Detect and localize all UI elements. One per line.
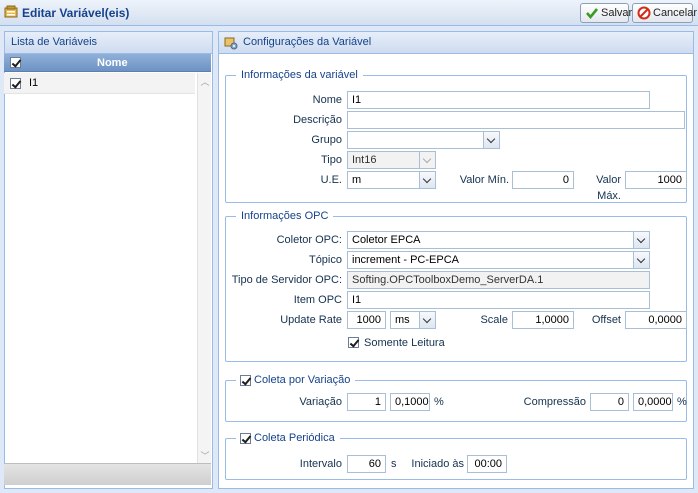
offset-input[interactable]: 0,0000 — [625, 311, 687, 329]
nome-input[interactable]: I1 — [347, 91, 650, 109]
descricao-label: Descrição — [293, 114, 342, 126]
opc-info-legend: Informações OPC — [236, 209, 334, 224]
column-header-nome[interactable]: Nome — [97, 54, 128, 72]
periodica-legend-text: Coleta Periódica — [254, 432, 335, 444]
ue-select[interactable]: m — [347, 171, 436, 189]
variables-list-header: Lista de Variáveis — [5, 32, 212, 54]
variacao-label: Variação — [299, 396, 342, 408]
variable-info-legend: Informações da variável — [236, 68, 363, 83]
grid-footer-bar — [4, 463, 211, 485]
variables-list-title: Lista de Variáveis — [11, 36, 98, 48]
tipo-select[interactable]: Int16 — [347, 151, 436, 169]
valor-min-label: Valor Mín. — [459, 174, 509, 186]
periodica-checkbox[interactable] — [240, 433, 251, 444]
valor-max-label: Valor Máx. — [596, 174, 621, 202]
compressao-pct-input[interactable]: 0,0000 — [633, 393, 673, 411]
periodica-legend: Coleta Periódica — [236, 431, 340, 446]
cancel-button[interactable]: Cancelar — [632, 3, 697, 23]
chevron-down-icon[interactable] — [419, 152, 435, 168]
offset-label: Offset — [591, 314, 621, 326]
variable-config-panel: Configurações da Variável Informações da… — [218, 31, 694, 489]
chevron-down-icon[interactable] — [483, 132, 499, 148]
config-gear-icon — [224, 37, 238, 50]
save-button-label: Salvar — [601, 7, 633, 19]
cancel-icon — [637, 6, 651, 20]
variacao-legend-text: Coleta por Variação — [254, 374, 351, 386]
periodica-fieldset: Coleta Periódica Intervalo 60 s Iniciado… — [225, 431, 687, 480]
update-unit-value: ms — [395, 314, 410, 326]
nome-label: Nome — [312, 94, 342, 106]
window-titlebar: Editar Variável(eis) Salvar Cancelar — [0, 0, 698, 26]
grid-header: Nome — [4, 54, 211, 72]
iniciado-input[interactable]: 00:00 — [467, 455, 507, 473]
scroll-up-icon[interactable]: ︿ — [200, 77, 210, 87]
tipo-label: Tipo — [321, 154, 342, 166]
scale-label: Scale — [480, 314, 508, 326]
update-rate-input[interactable]: 1000 — [347, 311, 386, 329]
compressao-input[interactable]: 0 — [590, 393, 629, 411]
valor-max-input[interactable]: 1000 — [625, 171, 687, 189]
variables-list-panel: Lista de Variáveis — [4, 31, 213, 489]
chevron-down-icon[interactable] — [633, 252, 649, 268]
topico-select[interactable]: increment - PC-EPCA — [347, 251, 650, 269]
topico-label: Tópico — [308, 254, 342, 266]
variacao-pct-unit: % — [434, 396, 444, 408]
descricao-input[interactable] — [347, 111, 685, 129]
vertical-scrollbar[interactable]: ︿ ﹀ — [197, 73, 211, 463]
check-icon — [586, 8, 599, 20]
valor-min-input[interactable]: 0 — [512, 171, 574, 189]
update-rate-label: Update Rate — [280, 314, 342, 326]
coletor-value: Coletor EPCA — [352, 234, 421, 246]
coletor-label: Coletor OPC: — [276, 234, 342, 246]
window-app-icon — [4, 5, 18, 18]
chevron-down-icon[interactable] — [419, 172, 435, 188]
grupo-select[interactable] — [347, 131, 500, 149]
variable-config-header: Configurações da Variável — [219, 32, 693, 54]
cancel-button-label: Cancelar — [653, 7, 698, 19]
ue-label: U.E. — [320, 174, 342, 186]
topico-value: increment - PC-EPCA — [352, 254, 459, 266]
window-title: Editar Variável(eis) — [22, 6, 130, 20]
update-unit-select[interactable]: ms — [390, 311, 436, 329]
opc-info-fieldset: Informações OPC Coletor OPC: Coletor EPC… — [225, 209, 687, 362]
somente-leitura-label: Somente Leitura — [364, 337, 445, 349]
select-all-checkbox[interactable] — [10, 57, 21, 68]
grupo-label: Grupo — [311, 134, 342, 146]
variable-info-fieldset: Informações da variável Nome I1 Descriçã… — [225, 68, 687, 203]
iniciado-label: Iniciado às — [411, 458, 464, 470]
row-name: I1 — [29, 77, 39, 89]
tipo-value: Int16 — [352, 154, 377, 166]
variable-config-title: Configurações da Variável — [243, 36, 372, 48]
servidor-label: Tipo de Servidor OPC: — [231, 274, 342, 286]
servidor-input[interactable]: Softing.OPCToolboxDemo_ServerDA.1 — [347, 271, 650, 289]
chevron-down-icon[interactable] — [633, 232, 649, 248]
compressao-label: Compressão — [523, 396, 586, 408]
variacao-pct-input[interactable]: 0,1000 — [390, 393, 430, 411]
intervalo-unit: s — [391, 458, 397, 470]
somente-leitura-checkbox[interactable] — [348, 337, 359, 348]
table-row[interactable]: I1 — [4, 73, 195, 94]
item-opc-label: Item OPC — [293, 294, 342, 306]
intervalo-input[interactable]: 60 — [347, 455, 386, 473]
variacao-input[interactable]: 1 — [347, 393, 386, 411]
item-opc-input[interactable]: I1 — [347, 291, 650, 309]
row-checkbox[interactable] — [10, 78, 21, 89]
variacao-fieldset: Coleta por Variação Variação 1 0,1000 % … — [225, 373, 687, 422]
variacao-legend: Coleta por Variação — [236, 373, 356, 388]
save-button[interactable]: Salvar — [580, 3, 633, 23]
coletor-select[interactable]: Coletor EPCA — [347, 231, 650, 249]
ue-value: m — [352, 174, 362, 186]
scale-input[interactable]: 1,0000 — [512, 311, 574, 329]
chevron-down-icon[interactable] — [419, 312, 435, 328]
intervalo-label: Intervalo — [299, 458, 342, 470]
scroll-down-icon[interactable]: ﹀ — [200, 451, 210, 461]
variacao-checkbox[interactable] — [240, 375, 251, 386]
compressao-pct-unit: % — [677, 396, 687, 408]
